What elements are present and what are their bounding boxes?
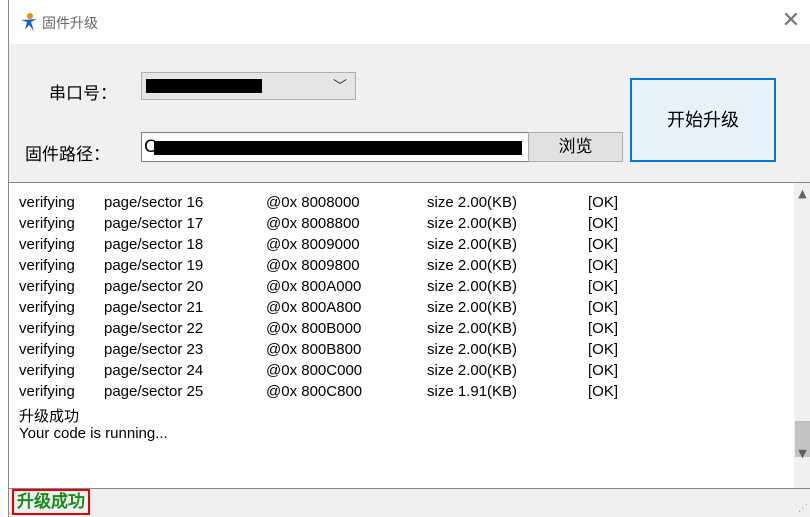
log-size: size 2.00(KB): [427, 194, 518, 211]
log-action: verifying: [19, 194, 75, 211]
log-sector: page/sector 25: [104, 383, 204, 400]
log-status: [OK]: [588, 278, 619, 295]
serial-port-label: 串口号：: [49, 84, 117, 104]
log-size: size 1.91(KB): [427, 383, 518, 400]
log-addr: @0x 800B800: [266, 341, 362, 358]
log-status: [OK]: [588, 383, 619, 400]
log-sector: page/sector 22: [104, 320, 204, 337]
redacted-port-value: [146, 79, 262, 93]
log-sector: page/sector 20: [104, 278, 204, 295]
log-sector: page/sector 24: [104, 362, 204, 379]
log-size: size 2.00(KB): [427, 320, 518, 337]
log-action: verifying: [19, 320, 75, 337]
log-addr: @0x 8009800: [266, 257, 360, 274]
status-bar: 升级成功 ⋰: [9, 489, 810, 517]
scroll-up-icon[interactable]: ▲: [794, 187, 810, 200]
log-action: verifying: [19, 236, 75, 253]
log-addr: @0x 8008800: [266, 215, 360, 232]
log-action: verifying: [19, 215, 75, 232]
firmware-path-field[interactable]: C: [141, 132, 529, 162]
log-size: size 2.00(KB): [427, 341, 518, 358]
serial-port-select[interactable]: ﹀: [141, 72, 356, 100]
status-message: 升级成功: [12, 489, 90, 515]
window-title: 固件升级: [42, 16, 98, 32]
log-addr: @0x 800B000: [266, 320, 362, 337]
scroll-down-icon[interactable]: ▼: [794, 447, 810, 460]
log-action: verifying: [19, 278, 75, 295]
log-size: size 2.00(KB): [427, 257, 518, 274]
log-addr: @0x 800C800: [266, 383, 363, 400]
log-size: size 2.00(KB): [427, 362, 518, 379]
log-action: verifying: [19, 383, 75, 400]
log-scrollbar[interactable]: ▲ ▼: [794, 183, 810, 488]
log-status: [OK]: [588, 236, 619, 253]
log-status: [OK]: [588, 320, 619, 337]
log-addr: @0x 800A000: [266, 278, 362, 295]
log-addr: @0x 800C000: [266, 362, 363, 379]
log-addr: @0x 8009000: [266, 236, 360, 253]
redacted-path-value: [154, 141, 522, 155]
log-action: verifying: [19, 341, 75, 358]
log-action: verifying: [19, 362, 75, 379]
title-bar: 固件升级 ✕: [9, 0, 810, 44]
log-size: size 2.00(KB): [427, 236, 518, 253]
person-logo-icon: [21, 13, 37, 31]
log-status: [OK]: [588, 194, 619, 211]
log-status: [OK]: [588, 215, 619, 232]
log-status: [OK]: [588, 341, 619, 358]
firmware-path-label: 固件路径：: [25, 145, 110, 165]
browse-button[interactable]: 浏览: [528, 132, 623, 162]
log-sector: page/sector 18: [104, 236, 204, 253]
log-sector: page/sector 21: [104, 299, 204, 316]
log-addr: @0x 800A800: [266, 299, 362, 316]
start-upgrade-button[interactable]: 开始升级: [630, 78, 776, 162]
log-addr: @0x 8008000: [266, 194, 360, 211]
log-running-line: Your code is running...: [19, 425, 168, 442]
chevron-down-icon: ﹀: [333, 79, 347, 95]
log-sector: page/sector 17: [104, 215, 204, 232]
log-sector: page/sector 19: [104, 257, 204, 274]
log-sector: page/sector 16: [104, 194, 204, 211]
log-action: verifying: [19, 257, 75, 274]
log-status: [OK]: [588, 299, 619, 316]
log-size: size 2.00(KB): [427, 278, 518, 295]
log-action: verifying: [19, 299, 75, 316]
firmware-upgrade-window: 固件升级 ✕ 串口号： ﹀ 固件路径： C 浏览 开始升级 verifying p…: [8, 0, 810, 517]
close-icon[interactable]: ✕: [778, 8, 804, 34]
log-size: size 2.00(KB): [427, 299, 518, 316]
resize-grip-icon[interactable]: ⋰: [798, 503, 808, 514]
log-size: size 2.00(KB): [427, 215, 518, 232]
log-success-line: 升级成功: [19, 408, 80, 425]
log-status: [OK]: [588, 362, 619, 379]
log-output[interactable]: verifying page/sector 16 @0x 8008000 size 2…: [9, 182, 810, 489]
log-status: [OK]: [588, 257, 619, 274]
log-sector: page/sector 23: [104, 341, 204, 358]
